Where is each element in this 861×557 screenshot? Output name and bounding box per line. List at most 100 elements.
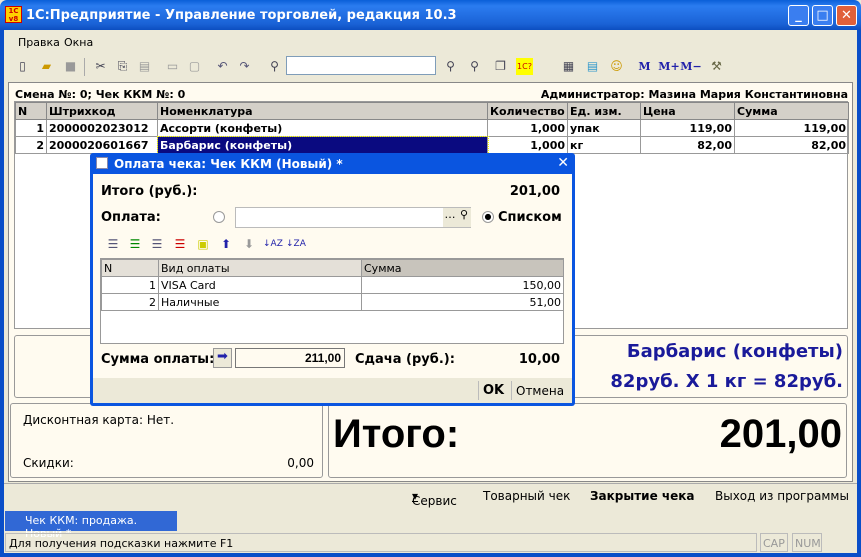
copy-icon[interactable]: ⎘	[114, 58, 131, 75]
calculator-icon[interactable]: ▦	[560, 58, 577, 75]
cell-n: 2	[101, 293, 159, 311]
memory-button[interactable]: M	[636, 58, 653, 75]
cell-sum: 82,00	[734, 136, 849, 154]
dialog-close-button[interactable]: ✕	[557, 155, 569, 171]
dialog-title-bar: Оплата чека: Чек ККМ (Новый) * ✕	[90, 153, 575, 174]
total-label: Итого:	[333, 412, 460, 456]
cell-n: 1	[15, 119, 47, 137]
col-sum[interactable]: Сумма	[734, 102, 849, 120]
cell-qty: 1,000	[487, 136, 568, 154]
col-price[interactable]: Цена	[640, 102, 735, 120]
payment-label: Оплата:	[101, 210, 161, 225]
redo-icon[interactable]: ↷	[236, 58, 253, 75]
dialog-total-label: Итого (руб.):	[101, 184, 198, 199]
discount-panel: Дисконтная карта: Нет. Скидки: 0,00	[10, 403, 323, 478]
col-qty[interactable]: Количество	[487, 102, 568, 120]
insert-row-icon[interactable]: ☰	[127, 236, 143, 252]
undo-icon[interactable]: ↶	[214, 58, 231, 75]
add-row-icon[interactable]: ☰	[105, 236, 121, 252]
maximize-button[interactable]: □	[812, 5, 833, 26]
sum-input[interactable]	[235, 348, 345, 368]
move-up-icon[interactable]: ⬆	[218, 236, 234, 252]
cell-item: Ассорти (конфеты)	[157, 119, 488, 137]
tools-icon[interactable]: ⚒	[708, 58, 725, 75]
memory-minus-button[interactable]: M−	[680, 58, 702, 75]
service-menu-button[interactable]: Сервис ▾	[412, 489, 457, 508]
cancel-button[interactable]: Отмена	[511, 381, 568, 400]
find-prev-icon[interactable]: ⚲	[466, 58, 483, 75]
cell-payment-type: VISA Card	[158, 276, 362, 294]
total-panel: Итого: 201,00	[328, 403, 847, 478]
command-bar: Сервис ▾ Товарный чек Закрытие чека Выхо…	[4, 483, 857, 508]
fill-sum-button[interactable]: ➡	[213, 348, 232, 368]
payment-single-radio[interactable]	[213, 211, 225, 223]
sort-desc-icon[interactable]: ↓ZA	[286, 236, 306, 252]
receipt-button[interactable]: Товарный чек	[483, 489, 570, 503]
close-button[interactable]: ✕	[836, 5, 857, 26]
table-header: N Вид оплаты Сумма	[101, 259, 564, 277]
current-item-detail: 82руб. X 1 кг = 82руб.	[610, 371, 843, 392]
preview-icon[interactable]: ▢	[186, 58, 203, 75]
list-mode-radio[interactable]: ●	[482, 211, 494, 223]
help-icon[interactable]: 1С?	[516, 58, 533, 75]
cell-n: 1	[101, 276, 159, 294]
table-row[interactable]: 1 2000002023012 Ассорти (конфеты) 1,000 упак…	[15, 119, 849, 137]
items-table: N Штрихкод Номенклатура Количество Ед. и…	[15, 102, 849, 155]
search-icon[interactable]: ⚲	[457, 208, 471, 227]
table-row[interactable]: 2 2000020601667 Барбарис (конфеты) 1,000 кг 8…	[15, 135, 849, 155]
cell-barcode: 2000020601667	[46, 136, 158, 154]
dialog-body: Итого (руб.): 201,00 Оплата: … ⚲ ● Списк…	[93, 174, 572, 403]
operator-info: Администратор: Мазина Мария Константинов…	[540, 88, 848, 101]
sort-asc-icon[interactable]: ↓AZ	[263, 236, 283, 252]
minimize-button[interactable]: _	[788, 5, 809, 26]
table-row[interactable]: 1 VISA Card 150,00	[101, 276, 564, 294]
col-unit[interactable]: Ед. изм.	[567, 102, 641, 120]
windows-icon[interactable]: ❐	[492, 58, 509, 75]
edit-row-icon[interactable]: ☰	[149, 236, 165, 252]
find-next-icon[interactable]: ⚲	[442, 58, 459, 75]
new-icon[interactable]: ▯	[14, 58, 31, 75]
col-n[interactable]: N	[101, 259, 159, 277]
move-down-icon[interactable]: ⬇	[241, 236, 257, 252]
find-icon[interactable]: ⚲	[266, 58, 283, 75]
cell-qty: 1,000	[487, 119, 568, 137]
ok-button[interactable]: OK	[478, 381, 508, 400]
delete-row-icon[interactable]: ☰	[172, 236, 188, 252]
cut-icon[interactable]: ✂	[92, 58, 109, 75]
save-icon[interactable]: ■	[62, 58, 79, 75]
col-item[interactable]: Номенклатура	[157, 102, 488, 120]
close-check-button[interactable]: Закрытие чека	[590, 489, 695, 503]
toolbar-search-input[interactable]	[286, 56, 436, 75]
payment-type-input[interactable]	[235, 207, 471, 228]
cell-price: 82,00	[640, 136, 735, 154]
end-edit-icon[interactable]: ▣	[195, 236, 211, 252]
cell-barcode: 2000002023012	[46, 119, 158, 137]
select-button[interactable]: …	[443, 208, 457, 227]
window-tab[interactable]: Чек ККМ: продажа. Новый *	[5, 511, 177, 540]
cell-unit: упак	[567, 119, 641, 137]
list-mode-label: Списком	[498, 210, 562, 225]
exit-button[interactable]: Выход из программы	[715, 489, 849, 503]
table-row[interactable]: 2 Наличные 51,00	[101, 293, 564, 311]
print-icon[interactable]: ▭	[164, 58, 181, 75]
memory-plus-button[interactable]: M+	[658, 58, 680, 75]
col-payment-type[interactable]: Вид оплаты	[158, 259, 362, 277]
payment-dialog: Оплата чека: Чек ККМ (Новый) * ✕ Итого (…	[90, 153, 575, 406]
cell-price: 119,00	[640, 119, 735, 137]
dialog-button-bar: OK Отмена	[93, 378, 572, 403]
paste-icon[interactable]: ▤	[136, 58, 153, 75]
col-sum[interactable]: Сумма	[361, 259, 564, 277]
user-lock-icon[interactable]: ☺	[608, 58, 625, 75]
cell-sum: 119,00	[734, 119, 849, 137]
col-barcode[interactable]: Штрихкод	[46, 102, 158, 120]
dialog-title: Оплата чека: Чек ККМ (Новый) *	[114, 157, 343, 171]
title-bar: 1С v8 1С:Предприятие - Управление торговл…	[0, 0, 861, 30]
menu-edit[interactable]: Правка	[18, 36, 60, 49]
open-icon[interactable]: ▰	[38, 58, 55, 75]
col-n[interactable]: N	[15, 102, 47, 120]
discount-label: Скидки:	[23, 456, 74, 470]
cell-payment-type: Наличные	[158, 293, 362, 311]
menu-windows[interactable]: Окна	[64, 36, 93, 49]
window-title: 1С:Предприятие - Управление торговлей, р…	[26, 8, 457, 23]
calendar-icon[interactable]: ▤	[584, 58, 601, 75]
